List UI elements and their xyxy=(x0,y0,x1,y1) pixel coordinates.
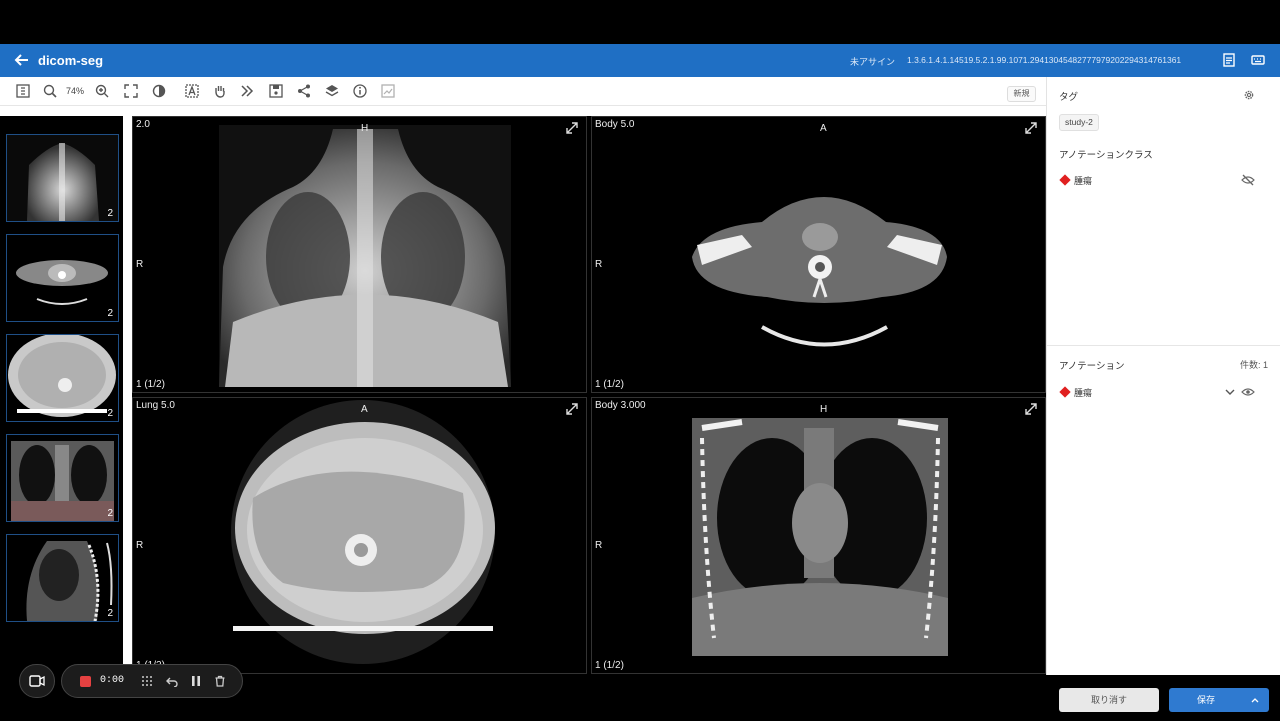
annotation-class-name[interactable]: 腫瘍 xyxy=(1074,174,1092,187)
thumbnail-count: 2 xyxy=(107,508,113,519)
orientation-top: A xyxy=(820,123,827,134)
camera-button[interactable] xyxy=(19,664,55,698)
record-stop-icon[interactable] xyxy=(80,676,91,687)
expand-icon[interactable] xyxy=(566,402,578,415)
image-adjust-icon[interactable] xyxy=(380,83,396,99)
undo-icon[interactable] xyxy=(165,675,179,691)
viewport-label: Body 5.0 xyxy=(595,119,635,130)
right-panel: タグ study-2 アノテーションクラス 腫瘍 アノテーション 件数: 1 腫… xyxy=(1046,77,1280,712)
top-bar: dicom-seg 未アサイン 1.3.6.1.4.1.14519.5.2.1.… xyxy=(0,44,1280,77)
expand-icon[interactable] xyxy=(566,121,578,134)
save-button-label: 保存 xyxy=(1197,695,1216,705)
thumbnail-xray[interactable]: 2 xyxy=(6,134,119,222)
thumbnail-axial-lung[interactable]: 2 xyxy=(6,334,119,422)
fit-screen-icon[interactable] xyxy=(123,83,139,99)
viewport-body-axial[interactable]: Body 5.0 A R 1 (1/2) xyxy=(591,116,1046,393)
chevron-down-icon[interactable] xyxy=(1223,386,1237,398)
thumbnail-coronal[interactable]: 2 xyxy=(6,434,119,522)
annotation-count: 件数: 1 xyxy=(1240,360,1269,370)
save-disk-icon[interactable] xyxy=(268,83,284,99)
thumbnail-count: 2 xyxy=(107,308,113,319)
thumbnail-axial-neck[interactable]: 2 xyxy=(6,234,119,322)
back-arrow-icon[interactable] xyxy=(14,52,30,68)
text-annotation-icon[interactable] xyxy=(184,83,200,99)
keyboard-icon[interactable] xyxy=(1251,53,1265,67)
viewport-lung-axial[interactable]: Lung 5.0 A R 1 (1/2) xyxy=(132,397,587,674)
expand-icon[interactable] xyxy=(1025,121,1037,134)
orientation-left: R xyxy=(136,540,144,551)
orientation-top: H xyxy=(820,404,828,415)
thumbnail-count: 2 xyxy=(107,208,113,219)
eye-icon[interactable] xyxy=(1241,386,1255,398)
app-title: dicom-seg xyxy=(38,53,104,68)
trash-icon[interactable] xyxy=(213,675,227,691)
slice-counter: 1 (1/2) xyxy=(136,379,165,390)
study-uid: 1.3.6.1.4.1.14519.5.2.1.99.1071.29413045… xyxy=(907,55,1182,65)
slice-counter: 1 (1/2) xyxy=(595,660,624,671)
thumbnail-count: 2 xyxy=(107,608,113,619)
zoom-in-icon[interactable] xyxy=(94,83,110,99)
zoom-out-icon[interactable] xyxy=(42,83,58,99)
series-thumbnails: 2 2 2 2 2 xyxy=(0,116,123,675)
orientation-left: R xyxy=(595,259,603,270)
share-icon[interactable] xyxy=(296,83,312,99)
assign-status: 未アサイン xyxy=(850,57,896,67)
viewport-xray[interactable]: 2.0 H R 1 (1/2) xyxy=(132,116,587,393)
viewport-body-coronal[interactable]: Body 3.000 H R 1 (1/2) xyxy=(591,397,1046,674)
annotation-section-title: アノテーション xyxy=(1059,361,1125,372)
expand-icon[interactable] xyxy=(1025,402,1037,415)
orientation-left: R xyxy=(595,540,603,551)
annotation-class-title: アノテーションクラス xyxy=(1059,150,1153,161)
settings-gear-icon[interactable] xyxy=(1242,89,1256,101)
panel-divider xyxy=(1047,345,1280,346)
thumbnail-count: 2 xyxy=(107,408,113,419)
recording-time: 0:00 xyxy=(100,675,125,686)
next-series-icon[interactable] xyxy=(239,83,255,99)
zoom-level: 74% xyxy=(66,86,85,96)
thumbnail-sagittal[interactable]: 2 xyxy=(6,534,119,622)
annotation-color-diamond xyxy=(1059,386,1071,398)
grid-dots-icon[interactable] xyxy=(140,675,154,691)
orientation-left: R xyxy=(136,259,144,270)
viewer-toolbar: 74% 新規 xyxy=(0,77,1046,106)
layers-icon[interactable] xyxy=(324,83,340,99)
orientation-top: H xyxy=(361,123,369,134)
viewport-label: Body 3.000 xyxy=(595,400,646,411)
info-icon[interactable] xyxy=(352,83,368,99)
pan-hand-icon[interactable] xyxy=(212,83,228,99)
cancel-button[interactable]: 取り消す xyxy=(1059,688,1159,712)
document-icon[interactable] xyxy=(1222,53,1236,67)
slice-counter: 1 (1/2) xyxy=(595,379,624,390)
orientation-top: A xyxy=(361,404,368,415)
new-button[interactable]: 新規 xyxy=(1007,86,1036,102)
eye-hidden-icon[interactable] xyxy=(1241,174,1255,186)
app-window: dicom-seg 未アサイン 1.3.6.1.4.1.14519.5.2.1.… xyxy=(0,44,1280,712)
viewer-grid: 2.0 H R 1 (1/2) Body 5.0 A R 1 (1/2) Lun… xyxy=(132,116,1046,675)
class-color-diamond xyxy=(1059,174,1071,186)
recording-toolbar: 0:00 xyxy=(61,664,243,698)
viewport-label: Lung 5.0 xyxy=(136,400,175,411)
info-panel-icon[interactable] xyxy=(15,83,31,99)
annotation-item-name[interactable]: 腫瘍 xyxy=(1074,386,1092,399)
contrast-icon[interactable] xyxy=(151,83,167,99)
tag-section-title: タグ xyxy=(1059,92,1079,103)
tag-chip[interactable]: study-2 xyxy=(1059,114,1099,131)
pause-icon[interactable] xyxy=(189,675,203,691)
save-dropdown-icon[interactable] xyxy=(1251,688,1259,721)
save-button[interactable]: 保存 xyxy=(1169,688,1269,712)
viewport-label: 2.0 xyxy=(136,119,150,130)
